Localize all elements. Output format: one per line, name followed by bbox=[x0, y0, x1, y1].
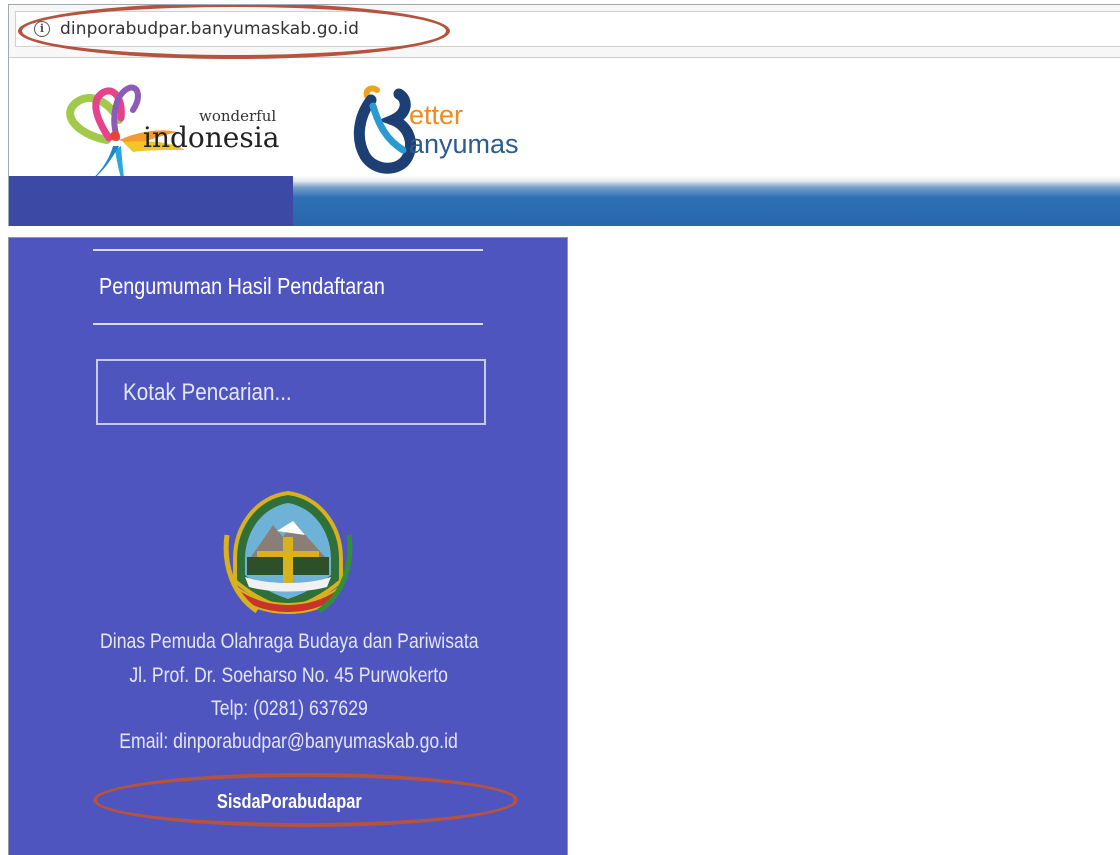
footer-address: Jl. Prof. Dr. Soeharso No. 45 Purwokerto bbox=[129, 664, 449, 687]
footer-organization: Dinas Pemuda Olahraga Budaya dan Pariwis… bbox=[99, 630, 479, 653]
url-text[interactable]: dinporabudpar.banyumaskab.go.id bbox=[60, 19, 359, 39]
browser-window-top: i dinporabudpar.banyumaskab.go.id wonder… bbox=[8, 4, 1120, 226]
url-field[interactable]: i dinporabudpar.banyumaskab.go.id bbox=[15, 11, 1120, 47]
nav-left-block bbox=[9, 176, 293, 226]
info-icon[interactable]: i bbox=[34, 21, 50, 37]
logo-indonesia-text: indonesia bbox=[143, 121, 279, 154]
divider bbox=[93, 249, 483, 251]
better-banyumas-logo[interactable]: etter anyumas bbox=[349, 76, 549, 176]
announcement-link[interactable]: Pengumuman Hasil Pendaftaran bbox=[99, 273, 385, 300]
site-header: wonderful indonesia etter anyumas bbox=[9, 58, 1120, 226]
navigation-bar[interactable] bbox=[293, 182, 1120, 226]
logo-etter-text: etter bbox=[409, 100, 463, 130]
sisda-brand-link[interactable]: SisdaPorabudapar bbox=[9, 791, 567, 814]
footer-phone: Telp: (0281) 637629 bbox=[210, 697, 368, 720]
logo-anyumas-text: anyumas bbox=[409, 129, 519, 159]
search-input[interactable] bbox=[96, 359, 486, 425]
footer-email: Email: dinporabudpar@banyumaskab.go.id bbox=[119, 730, 459, 753]
divider bbox=[93, 323, 483, 325]
sidebar-panel: Pengumuman Hasil Pendaftaran Kotak Penca… bbox=[8, 237, 568, 855]
banyumas-regency-seal-icon bbox=[223, 490, 353, 614]
address-bar: i dinporabudpar.banyumaskab.go.id bbox=[9, 5, 1120, 58]
